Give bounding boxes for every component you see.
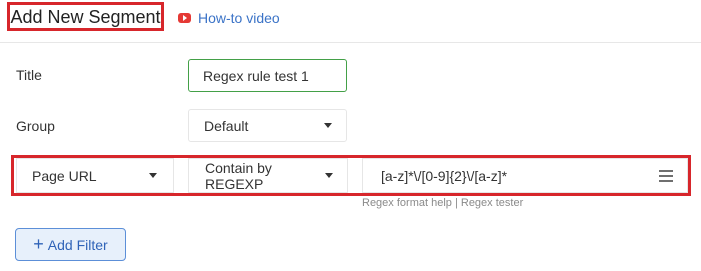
howto-video-label: How-to video [198,10,280,26]
chevron-down-icon [149,173,157,178]
regex-pattern-input[interactable] [379,166,653,185]
help-separator: | [454,197,458,209]
filter-condition-value: Contain by REGEXP [205,159,272,192]
title-label: Title [16,67,42,83]
group-select[interactable]: Default [188,109,347,142]
filter-field-select[interactable]: Page URL [16,158,174,193]
group-selected-value: Default [204,117,249,134]
title-input[interactable] [188,59,347,92]
chevron-down-icon [325,173,333,178]
plus-icon: + [33,233,44,254]
regex-tester-link[interactable]: Regex tester [461,197,523,209]
page-title-highlight: Add New Segment [7,2,164,31]
header-divider [0,42,701,43]
filter-value-container [362,158,688,193]
regex-format-help-link[interactable]: Regex format help [362,197,452,209]
add-filter-button[interactable]: + Add Filter [15,228,126,261]
chevron-down-icon [324,123,332,128]
youtube-play-icon [178,13,191,23]
page-title: Add New Segment [10,6,161,27]
regex-help-links: Regex format help | Regex tester [362,197,523,209]
add-filter-label: Add Filter [47,236,108,253]
group-label: Group [16,118,55,134]
hamburger-menu-icon[interactable] [659,169,673,183]
howto-video-link[interactable]: How-to video [178,10,280,26]
header: Add New Segment How-to video [0,0,701,36]
filter-condition-select[interactable]: Contain by REGEXP [188,158,348,193]
add-segment-page: Add New Segment How-to video Title Group… [0,0,701,271]
filter-field-value: Page URL [32,167,97,184]
